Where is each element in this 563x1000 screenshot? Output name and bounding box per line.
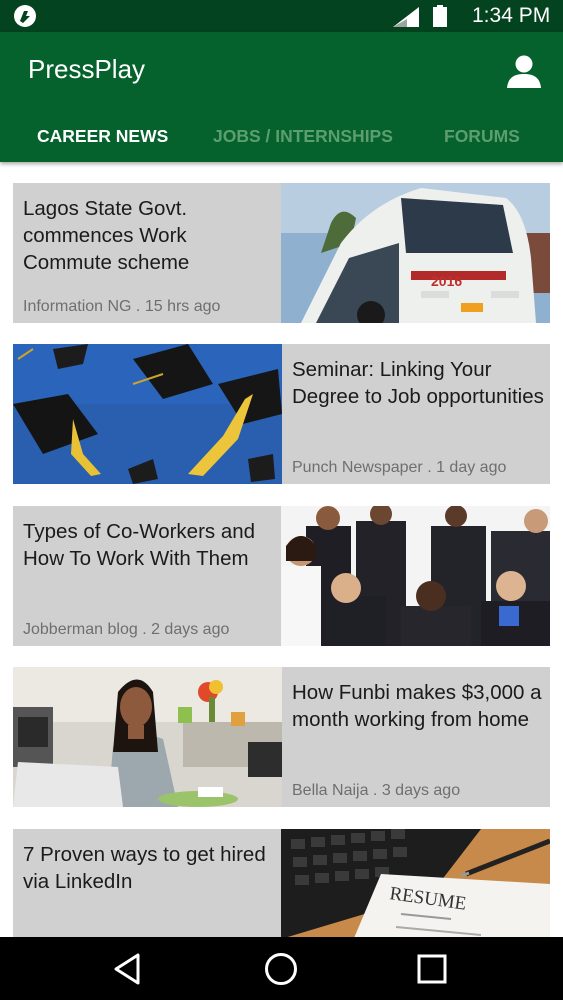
system-nav-bar [0, 937, 563, 1000]
news-feed[interactable]: Lagos State Govt. commences Work Commute… [0, 162, 563, 937]
graduation-caps-photo [13, 344, 282, 484]
app-title: PressPlay [28, 54, 146, 84]
account-icon[interactable] [505, 54, 543, 88]
article-text: 7 Proven ways to get hired via LinkedIn [13, 829, 281, 937]
coworkers-group-photo [281, 506, 550, 646]
article-card[interactable]: Lagos State Govt. commences Work Commute… [13, 183, 550, 323]
app-notification-icon [14, 5, 36, 27]
article-text: How Funbi makes $3,000 a month working f… [282, 667, 550, 807]
tab-forums[interactable]: FORUMS [444, 126, 520, 147]
back-icon[interactable] [110, 951, 146, 987]
article-card[interactable]: 7 Proven ways to get hired via LinkedIn … [13, 829, 550, 937]
battery-icon [433, 5, 447, 27]
article-title: Lagos State Govt. commences Work Commute… [23, 197, 190, 274]
article-card[interactable]: How Funbi makes $3,000 a month working f… [13, 667, 550, 807]
signal-icon [393, 7, 419, 27]
article-card[interactable]: Types of Co-Workers and How To Work With… [13, 506, 550, 646]
article-text: Seminar: Linking Your Degree to Job oppo… [282, 344, 550, 484]
woman-laptop-photo [13, 667, 282, 807]
home-icon[interactable] [263, 951, 299, 987]
status-bar: 1:34 PM [0, 0, 563, 32]
article-text: Types of Co-Workers and How To Work With… [13, 506, 281, 646]
article-source: Information NG . 15 hrs ago [23, 298, 221, 315]
article-title: 7 Proven ways to get hired via LinkedIn [23, 843, 266, 893]
status-time: 1:34 PM [472, 4, 551, 27]
resume-keyboard-photo: RESUME [281, 829, 550, 937]
article-text: Lagos State Govt. commences Work Commute… [13, 183, 281, 323]
article-source: Punch Newspaper . 1 day ago [292, 459, 507, 476]
tab-jobs-internships[interactable]: JOBS / INTERNSHIPS [213, 126, 393, 147]
recents-icon[interactable] [414, 951, 450, 987]
article-card[interactable]: Seminar: Linking Your Degree to Job oppo… [13, 344, 550, 484]
article-title: Types of Co-Workers and How To Work With… [23, 520, 256, 570]
tab-bar: CAREER NEWS JOBS / INTERNSHIPS FORUMS [0, 116, 563, 162]
bus-photo: 2016 [281, 183, 550, 323]
article-title: How Funbi makes $3,000 a month working f… [292, 681, 542, 731]
article-source: Bella Naija . 3 days ago [292, 782, 461, 799]
svg-text:2016: 2016 [431, 273, 462, 289]
article-title: Seminar: Linking Your Degree to Job oppo… [292, 358, 544, 408]
app-bar: PressPlay CAREER NEWS JOBS / INTERNSHIPS… [0, 32, 563, 162]
article-source: Jobberman blog . 2 days ago [23, 621, 230, 638]
tab-career-news[interactable]: CAREER NEWS [37, 126, 168, 147]
